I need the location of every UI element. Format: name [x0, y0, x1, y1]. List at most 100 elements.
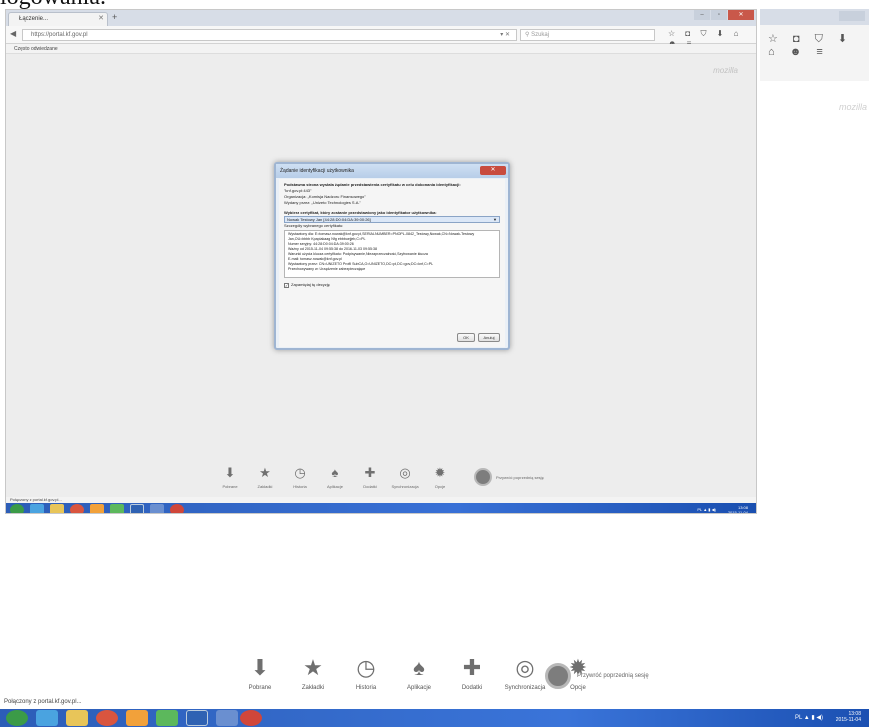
tab-bar: Łączenie... ✕ + – ▫ ✕	[6, 10, 756, 26]
tile-label: Dodatki	[461, 685, 483, 691]
browser-tab[interactable]: Łączenie... ✕	[8, 12, 108, 26]
tile-label: Dodatki	[363, 484, 377, 489]
url-bar[interactable]: https://portal.kf.gov.pl ▾ ✕	[22, 29, 517, 41]
firefox-icon[interactable]	[126, 710, 148, 726]
dialog-close-button[interactable]: ✕	[480, 166, 506, 175]
excel-icon[interactable]	[156, 710, 178, 726]
close-window-icon[interactable]: ✕	[728, 10, 754, 20]
details-label: Szczegóły wybranego certyfikatu:	[284, 223, 344, 228]
tile-apps[interactable]: ♠ Aplikacje	[324, 465, 346, 489]
start-button-icon[interactable]	[10, 504, 24, 513]
restore-session-icon	[474, 468, 492, 486]
toolbar-icons[interactable]: ☆ ◘ ⛉ ⬇ ⌂ ☻ ≡	[768, 32, 869, 58]
system-tray[interactable]: PL ▲ ▮ ◀)	[795, 714, 823, 721]
status-bar: Połączony z portal.kf.gov.pl...	[4, 699, 82, 705]
minimize-icon[interactable]: –	[694, 10, 710, 20]
tile-downloads[interactable]: ⬇ Pobrane	[244, 655, 276, 691]
history-icon: ◷	[356, 655, 376, 680]
tile-sync[interactable]: ◎ Synchronizacja	[505, 655, 546, 691]
start-button-icon[interactable]	[6, 710, 28, 726]
ie-icon[interactable]	[30, 504, 44, 513]
tile-downloads[interactable]: ⬇ Pobrane	[219, 465, 241, 489]
tile-addons[interactable]: ✚ Dodatki	[359, 465, 381, 489]
window-controls-fragment[interactable]	[839, 11, 865, 21]
clock-date: 2015-11-04	[835, 717, 861, 723]
tile-bookmarks[interactable]: ★ Zakładki	[254, 465, 276, 489]
ie-icon[interactable]	[36, 710, 58, 726]
explorer-icon[interactable]	[66, 710, 88, 726]
taskbar: PL ▲ ▮ ◀) 13:08 2015-11-04	[0, 709, 869, 727]
clock[interactable]: 13:08 2015-11-04	[836, 711, 861, 723]
word-icon[interactable]	[130, 504, 144, 513]
url-text: https://portal.kf.gov.pl	[31, 32, 88, 38]
restore-session-icon	[545, 663, 571, 689]
word-icon[interactable]	[186, 710, 208, 726]
tile-history[interactable]: ◷ Historia	[289, 465, 311, 489]
firefox-active-icon[interactable]	[170, 504, 184, 513]
tab-title: Łączenie...	[19, 16, 49, 22]
app-icon[interactable]	[150, 504, 164, 513]
maximize-icon[interactable]: ▫	[711, 10, 727, 20]
tab-bar-fragment	[760, 9, 869, 25]
remember-label: Zapamiętaj tę decyzję	[291, 282, 330, 287]
search-placeholder: Szukaj	[531, 32, 550, 38]
system-tray[interactable]: PL ▲ ▮ ◀)	[697, 507, 716, 512]
addons-icon: ♠	[331, 465, 339, 480]
certificate-select[interactable]: Nowak Testowy Jan [44:28:D0:04:DA:39:00:…	[284, 216, 500, 223]
explorer-icon[interactable]	[50, 504, 64, 513]
clock-date: 2015-11-04	[727, 510, 748, 514]
mozilla-logo: mozilla	[838, 102, 867, 112]
remember-decision[interactable]: ✓ Zapamiętaj tę decyzję	[284, 282, 500, 288]
tile-label: Synchronizacja	[504, 685, 546, 691]
tile-label: Synchronizacja	[391, 484, 419, 489]
navigation-bar: ◀ https://portal.kf.gov.pl ▾ ✕ ⚲ Szukaj …	[6, 26, 756, 48]
cancel-button[interactable]: Anuluj	[478, 333, 500, 342]
download-icon: ⬇	[224, 465, 236, 480]
tile-label: Pobrane	[248, 685, 272, 691]
search-input[interactable]: ⚲ Szukaj	[520, 29, 655, 41]
remember-checkbox[interactable]: ✓	[284, 282, 289, 288]
tile-addons[interactable]: ✚ Dodatki	[456, 655, 488, 691]
close-tab-icon[interactable]: ✕	[98, 13, 104, 25]
restore-session-button[interactable]: Przywróć poprzednią sesję	[545, 663, 649, 689]
chrome-icon[interactable]	[70, 504, 84, 513]
tile-apps[interactable]: ♠ Aplikacje	[403, 655, 435, 691]
clock[interactable]: 13:08 2015-11-04	[727, 505, 748, 514]
ok-button[interactable]: OK	[457, 333, 475, 342]
tile-label: Historia	[355, 685, 377, 691]
plugins-icon: ✚	[364, 465, 376, 480]
tile-sync[interactable]: ◎ Synchronizacja	[391, 465, 419, 489]
tile-label: Zakładki	[257, 484, 273, 489]
taskbar: PL ▲ ▮ ◀) 13:08 2015-11-04	[6, 503, 756, 514]
window-controls: – ▫ ✕	[694, 10, 754, 24]
tile-label: Aplikacje	[406, 685, 431, 691]
new-tab-icon[interactable]: +	[112, 12, 117, 22]
tile-history[interactable]: ◷ Historia	[350, 655, 382, 691]
dialog-body: Podstawna strona wysłała żądanie przedst…	[279, 179, 505, 347]
tile-bookmarks[interactable]: ★ Zakładki	[297, 655, 329, 691]
certificate-details[interactable]: Wystawiony dla: E=tomasz.nowak@knf.gov.p…	[284, 230, 500, 278]
browser-window-small: Łączenie... ✕ + – ▫ ✕ ◀ https://portal.k…	[5, 9, 757, 514]
mozilla-logo: mozilla	[713, 66, 738, 75]
newtab-tiles-large: ⬇ Pobrane ★ Zakładki ◷ Historia ♠ Aplikacje …	[244, 655, 594, 691]
options-icon: ✹	[434, 465, 446, 480]
tile-label: Aplikacje	[326, 484, 343, 489]
browser-window-right-fragment: ☆ ◘ ⛉ ⬇ ⌂ ☻ ≡ mozilla	[760, 9, 869, 112]
back-icon[interactable]: ◀	[10, 29, 16, 38]
excel-icon[interactable]	[110, 504, 124, 513]
tile-label: Opcje	[434, 484, 446, 489]
dialog-title: Żądanie identyfikacji użytkownika	[276, 164, 508, 178]
bookmark-most-visited[interactable]: Często odwiedzane	[14, 46, 58, 52]
firefox-active-icon[interactable]	[240, 710, 262, 726]
restore-session-label: Przywróć poprzednią sesję	[496, 474, 544, 480]
restore-session-button[interactable]: Przywróć poprzednią sesję	[474, 468, 544, 486]
app-icon[interactable]	[216, 710, 238, 726]
firefox-icon[interactable]	[90, 504, 104, 513]
restore-session-label: Przywróć poprzednią sesję	[577, 673, 649, 679]
sync-icon: ◎	[515, 655, 535, 680]
chrome-icon[interactable]	[96, 710, 118, 726]
tile-options[interactable]: ✹ Opcje	[429, 465, 451, 489]
certificate-dialog: Żądanie identyfikacji użytkownika ✕ Pods…	[274, 162, 510, 350]
download-icon: ⬇	[250, 655, 270, 680]
reload-icon[interactable]: ▾ ✕	[500, 30, 510, 40]
